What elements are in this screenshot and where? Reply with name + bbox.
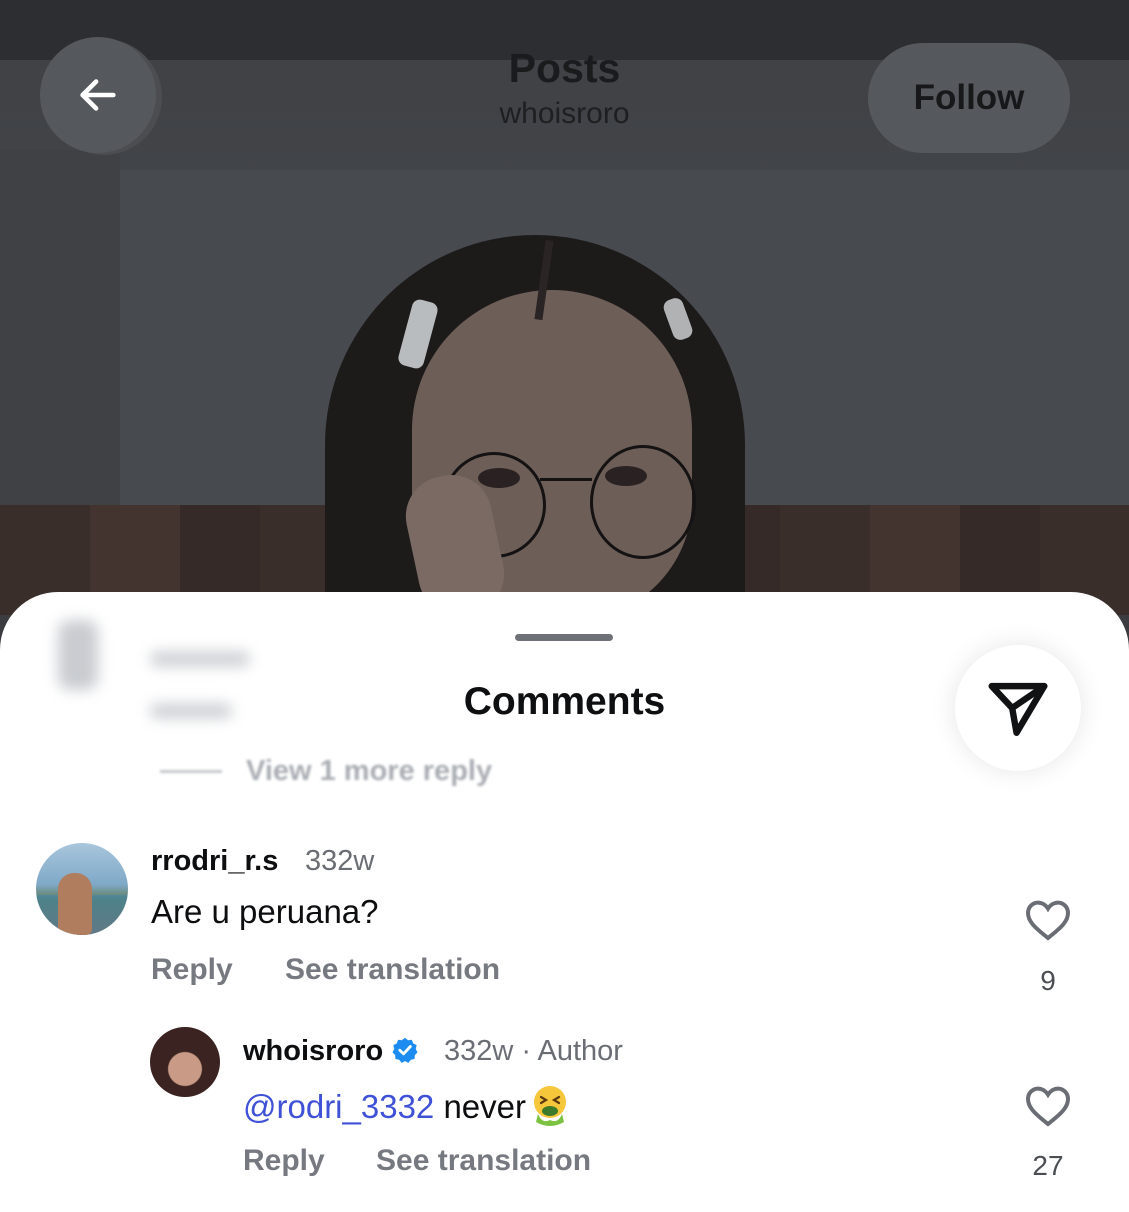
comment-text: Are u peruana? — [151, 893, 379, 930]
share-button[interactable] — [955, 645, 1081, 771]
comment-username[interactable]: whoisroro — [243, 1035, 383, 1067]
comment-text: never — [434, 1088, 526, 1125]
blurred-text — [150, 652, 250, 666]
blurred-text — [150, 704, 232, 718]
comment-text-row: @rodri_3332 never — [243, 1084, 570, 1126]
follow-button[interactable]: Follow — [868, 43, 1070, 153]
avatar[interactable] — [36, 843, 128, 935]
like-count: 9 — [1040, 965, 1056, 996]
nauseated-face-icon — [534, 1086, 566, 1126]
mention-link[interactable]: @rodri_3332 — [243, 1088, 434, 1125]
verified-badge-icon — [392, 1037, 418, 1063]
reply-button[interactable]: Reply — [243, 1144, 325, 1178]
reply-username-row: whoisroro — [243, 1035, 425, 1068]
comment-timestamp: 332w — [305, 845, 375, 877]
see-translation-button[interactable]: See translation — [285, 953, 500, 987]
see-translation-button[interactable]: See translation — [376, 1144, 591, 1178]
heart-icon[interactable] — [1024, 898, 1072, 942]
view-more-replies[interactable]: View 1 more reply — [160, 755, 492, 788]
blurred-avatar — [58, 620, 98, 690]
sheet-grabber-handle[interactable] — [515, 634, 613, 641]
paper-plane-icon — [988, 682, 1048, 736]
like-count: 27 — [1032, 1150, 1064, 1181]
heart-icon[interactable] — [1024, 1084, 1072, 1128]
reply-thread-line — [160, 770, 222, 773]
avatar[interactable] — [150, 1027, 220, 1097]
view-more-replies-label: View 1 more reply — [246, 755, 493, 787]
comment-username[interactable]: rrodri_r.s — [151, 845, 278, 878]
comment-timestamp-author: 332w · Author — [444, 1035, 623, 1067]
reply-button[interactable]: Reply — [151, 953, 233, 987]
